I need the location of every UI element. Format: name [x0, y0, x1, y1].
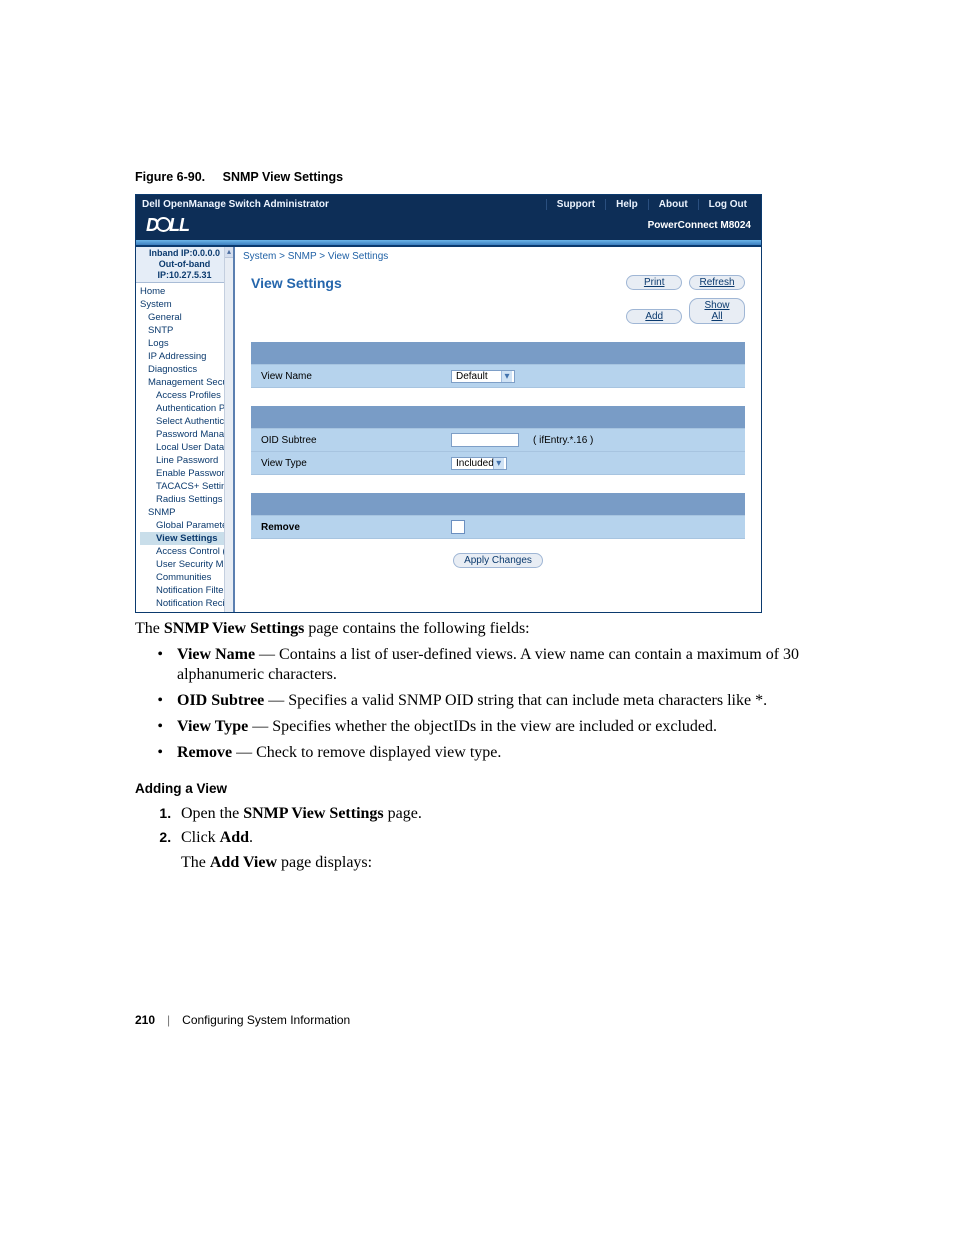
row-oid-subtree: OID Subtree ( ifEntry.*.16 ): [251, 429, 745, 452]
tree-item[interactable]: Password Manag: [140, 428, 233, 441]
hint-oid: ( ifEntry.*.16 ): [533, 435, 593, 446]
tree-item[interactable]: Diagnostics: [140, 363, 233, 376]
inband-ip: Inband IP:0.0.0.0: [136, 248, 233, 259]
link-support[interactable]: Support: [546, 199, 605, 210]
form-spacer-3: [251, 493, 745, 516]
tree-item[interactable]: SNMP: [140, 506, 233, 519]
tree-item[interactable]: Access Profiles: [140, 389, 233, 402]
panel: View Settings Print Refresh Add Show All: [235, 267, 761, 568]
tree-item[interactable]: IP Addressing: [140, 350, 233, 363]
refresh-button[interactable]: Refresh: [689, 275, 745, 290]
tree-item[interactable]: Communities: [140, 571, 233, 584]
top-links: Support Help About Log Out: [546, 199, 761, 210]
row-view-type: View Type Included: [251, 452, 745, 475]
tree-item[interactable]: Enable Passwor: [140, 467, 233, 480]
tree-item[interactable]: Radius Settings: [140, 493, 233, 506]
step-item: Click Add.The Add View page displays:: [175, 828, 859, 873]
link-help[interactable]: Help: [605, 199, 648, 210]
app-title: Dell OpenManage Switch Administrator: [136, 199, 546, 210]
add-button[interactable]: Add: [626, 309, 682, 324]
tree-item[interactable]: TACACS+ Settin: [140, 480, 233, 493]
page-footer: 210 | Configuring System Information: [135, 1013, 859, 1027]
logo-row: DLL PowerConnect M8024: [136, 213, 761, 240]
panel-title: View Settings: [251, 275, 342, 291]
form-block-3: Remove: [251, 493, 745, 539]
panel-header: View Settings Print Refresh Add Show All: [251, 275, 745, 324]
dell-o-icon: [156, 217, 171, 232]
fields-list: View Name — Contains a list of user-defi…: [175, 645, 859, 763]
page-number: 210: [135, 1013, 155, 1027]
field-item: View Type — Specifies whether the object…: [175, 717, 859, 737]
label-view-name: View Name: [261, 371, 451, 382]
main-panel: System > SNMP > View Settings View Setti…: [235, 247, 761, 612]
tree-item[interactable]: Local User Datab: [140, 441, 233, 454]
step-item: Open the SNMP View Settings page.: [175, 804, 859, 824]
apply-button[interactable]: Apply Changes: [453, 553, 543, 568]
body-text: The SNMP View Settings page contains the…: [135, 619, 859, 873]
tree-item[interactable]: System: [140, 298, 233, 311]
tree-item[interactable]: Line Password: [140, 454, 233, 467]
apply-row: Apply Changes: [251, 553, 745, 568]
tree-item[interactable]: General: [140, 311, 233, 324]
row-view-name: View Name Default: [251, 365, 745, 388]
checkbox-remove[interactable]: [451, 520, 465, 534]
label-oid: OID Subtree: [261, 435, 451, 446]
link-about[interactable]: About: [648, 199, 698, 210]
outband-ip: Out-of-band IP:10.27.5.31: [136, 259, 233, 281]
steps-list: Open the SNMP View Settings page. Click A…: [175, 804, 859, 873]
tree-item[interactable]: Logs: [140, 337, 233, 350]
footer-sep: |: [167, 1013, 170, 1027]
form-block-2: OID Subtree ( ifEntry.*.16 ) View Type I…: [251, 406, 745, 475]
select-view-name[interactable]: Default: [451, 370, 515, 383]
tree-item[interactable]: Select Authentic: [140, 415, 233, 428]
content-row: Inband IP:0.0.0.0 Out-of-band IP:10.27.5…: [136, 245, 761, 612]
label-view-type: View Type: [261, 458, 451, 469]
link-logout[interactable]: Log Out: [698, 199, 757, 210]
tree-item[interactable]: Access Control (: [140, 545, 233, 558]
figure-caption: Figure 6-90. SNMP View Settings: [135, 170, 859, 184]
ip-box: Inband IP:0.0.0.0 Out-of-band IP:10.27.5…: [136, 247, 233, 283]
sidebar: Inband IP:0.0.0.0 Out-of-band IP:10.27.5…: [136, 247, 235, 612]
footer-section: Configuring System Information: [182, 1013, 350, 1027]
dell-logo: DLL: [146, 215, 189, 236]
field-item: View Name — Contains a list of user-defi…: [175, 645, 859, 685]
label-remove: Remove: [261, 522, 451, 533]
product-name: PowerConnect M8024: [648, 220, 751, 231]
row-remove: Remove: [251, 516, 745, 539]
tree-item[interactable]: Notification Filter: [140, 584, 233, 597]
input-oid[interactable]: [451, 433, 519, 447]
section-heading: Adding a View: [135, 781, 859, 798]
tree-item[interactable]: Global Paramete: [140, 519, 233, 532]
top-bar: Dell OpenManage Switch Administrator Sup…: [136, 195, 761, 213]
figure-number: Figure 6-90.: [135, 170, 205, 184]
scroll-up-icon[interactable]: ▴: [225, 247, 233, 258]
tree-item[interactable]: User Security Mo: [140, 558, 233, 571]
panel-buttons: Print Refresh Add Show All: [622, 275, 745, 324]
tree-item[interactable]: Notification Recip: [140, 597, 233, 610]
showall-button[interactable]: Show All: [689, 298, 745, 324]
form-block-1: View Name Default: [251, 342, 745, 388]
tree-item[interactable]: Management Secur: [140, 376, 233, 389]
tree-item[interactable]: SNTP: [140, 324, 233, 337]
figure-title: SNMP View Settings: [223, 170, 343, 184]
nav-tree[interactable]: HomeSystemGeneralSNTPLogsIP AddressingDi…: [136, 283, 233, 612]
field-item: Remove — Check to remove displayed view …: [175, 743, 859, 763]
tree-item[interactable]: View Settings: [140, 532, 233, 545]
screenshot: Dell OpenManage Switch Administrator Sup…: [135, 194, 762, 613]
tree-item[interactable]: Home: [140, 285, 233, 298]
print-button[interactable]: Print: [626, 275, 682, 290]
form-spacer: [251, 342, 745, 365]
form-spacer-2: [251, 406, 745, 429]
sidebar-scrollbar[interactable]: ▴: [224, 247, 233, 612]
field-item: OID Subtree — Specifies a valid SNMP OID…: [175, 691, 859, 711]
breadcrumb: System > SNMP > View Settings: [235, 247, 761, 267]
intro-line: The SNMP View Settings page contains the…: [135, 619, 859, 639]
select-view-type[interactable]: Included: [451, 457, 507, 470]
tree-item[interactable]: Authentication P: [140, 402, 233, 415]
